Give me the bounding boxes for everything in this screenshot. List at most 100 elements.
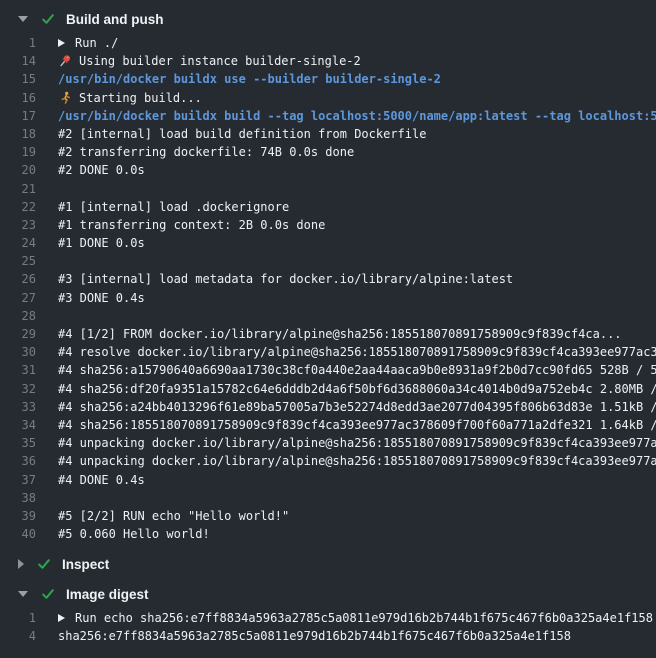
pushpin-icon bbox=[58, 54, 72, 68]
log-text: #1 DONE 0.0s bbox=[58, 234, 145, 252]
log-line: 36#4 unpacking docker.io/library/alpine@… bbox=[0, 452, 656, 470]
line-number[interactable]: 36 bbox=[0, 452, 36, 470]
log-text: #4 [1/2] FROM docker.io/library/alpine@s… bbox=[58, 325, 622, 343]
log-line: 33 #4 sha256:a24bb4013296f61e89ba57005a7b… bbox=[0, 398, 656, 416]
log-text: Starting build... bbox=[79, 89, 202, 107]
line-number[interactable]: 28 bbox=[0, 307, 36, 325]
log-text: #4 sha256:df20fa9351a15782c64e6dddb2d4a6… bbox=[58, 380, 656, 398]
log-line: 32 #4 sha256:df20fa9351a15782c64e6dddb2d4… bbox=[0, 380, 656, 398]
log-text: /usr/bin/docker buildx build --tag local… bbox=[58, 107, 656, 125]
line-number[interactable]: 22 bbox=[0, 198, 36, 216]
line-number[interactable]: 40 bbox=[0, 525, 36, 543]
section-header-inspect[interactable]: Inspect bbox=[0, 549, 656, 579]
log-line: 22 #1 [internal] load .dockerignore bbox=[0, 198, 656, 216]
line-number[interactable]: 1 bbox=[0, 609, 36, 627]
log-line: 38 bbox=[0, 489, 656, 507]
line-number[interactable]: 15 bbox=[0, 70, 36, 88]
actions-log-viewer: Build and push 1Run ./14Using builder in… bbox=[0, 0, 656, 658]
section-log-build-and-push: 1 Run ./ 14 Using builder instance builder-… bbox=[0, 34, 656, 549]
log-line: 17/usr/bin/docker buildx build --tag loc… bbox=[0, 107, 656, 125]
log-text: #2 [internal] load build definition from… bbox=[58, 125, 426, 143]
line-number[interactable]: 34 bbox=[0, 416, 36, 434]
log-line: 39#5 [2/2] RUN echo "Hello world!" bbox=[0, 507, 656, 525]
line-number[interactable]: 29 bbox=[0, 325, 36, 343]
line-number[interactable]: 18 bbox=[0, 125, 36, 143]
line-number[interactable]: 39 bbox=[0, 507, 36, 525]
log-text: #4 sha256:185518070891758909c9f839cf4ca3… bbox=[58, 416, 656, 434]
run-toggle-icon[interactable] bbox=[58, 614, 65, 622]
runner-icon bbox=[58, 91, 72, 105]
section-inspect: Inspect bbox=[0, 549, 656, 579]
log-text: #4 resolve docker.io/library/alpine@sha2… bbox=[58, 343, 656, 361]
log-text: #4 unpacking docker.io/library/alpine@sh… bbox=[58, 434, 656, 452]
log-line: 35 #4 unpacking docker.io/library/alpine@… bbox=[0, 434, 656, 452]
log-line: 27 #3 DONE 0.4s bbox=[0, 289, 656, 307]
line-number[interactable]: 19 bbox=[0, 143, 36, 161]
log-text: #1 transferring context: 2B 0.0s done bbox=[58, 216, 325, 234]
log-line: 19 #2 transferring dockerfile: 74B 0.0s d… bbox=[0, 143, 656, 161]
log-text: sha256:e7ff8834a5963a2785c5a0811e979d16b… bbox=[58, 627, 571, 645]
log-line: 15/usr/bin/docker buildx use --builder b… bbox=[0, 70, 656, 88]
section-title: Image digest bbox=[66, 587, 149, 602]
log-text: #4 sha256:a15790640a6690aa1730c38cf0a440… bbox=[58, 361, 656, 379]
log-line: 25 bbox=[0, 252, 656, 270]
section-header-image-digest[interactable]: Image digest bbox=[0, 579, 656, 609]
line-number[interactable]: 20 bbox=[0, 161, 36, 179]
success-check-icon bbox=[37, 557, 51, 571]
line-number[interactable]: 1 bbox=[0, 34, 36, 52]
log-line: 21 bbox=[0, 180, 656, 198]
line-number[interactable]: 16 bbox=[0, 89, 36, 107]
log-line: 14 Using builder instance builder-single-… bbox=[0, 52, 656, 70]
line-number[interactable]: 4 bbox=[0, 627, 36, 645]
log-text: #5 0.060 Hello world! bbox=[58, 525, 210, 543]
log-line: 40 #5 0.060 Hello world! bbox=[0, 525, 656, 543]
log-text: /usr/bin/docker buildx use --builder bui… bbox=[58, 70, 441, 88]
line-number[interactable]: 23 bbox=[0, 216, 36, 234]
log-line: 37 #4 DONE 0.4s bbox=[0, 471, 656, 489]
chevron-right-icon[interactable] bbox=[18, 559, 24, 569]
log-text: #4 DONE 0.4s bbox=[58, 471, 145, 489]
log-line: 4 sha256:e7ff8834a5963a2785c5a0811e979d16… bbox=[0, 627, 656, 645]
line-number[interactable]: 33 bbox=[0, 398, 36, 416]
chevron-down-icon[interactable] bbox=[18, 591, 28, 597]
success-check-icon bbox=[41, 587, 55, 601]
log-text: #3 [internal] load metadata for docker.i… bbox=[58, 270, 513, 288]
line-number[interactable]: 14 bbox=[0, 52, 36, 70]
line-number[interactable]: 26 bbox=[0, 270, 36, 288]
section-header-build-and-push[interactable]: Build and push bbox=[0, 4, 656, 34]
log-text: #2 transferring dockerfile: 74B 0.0s don… bbox=[58, 143, 354, 161]
log-text: #1 [internal] load .dockerignore bbox=[58, 198, 289, 216]
line-number[interactable]: 37 bbox=[0, 471, 36, 489]
chevron-down-icon[interactable] bbox=[18, 16, 28, 22]
log-line: 18 #2 [internal] load build definition fr… bbox=[0, 125, 656, 143]
line-number[interactable]: 35 bbox=[0, 434, 36, 452]
success-check-icon bbox=[41, 12, 55, 26]
log-line: 20#2 DONE 0.0s bbox=[0, 161, 656, 179]
section-title: Inspect bbox=[62, 557, 109, 572]
line-number[interactable]: 32 bbox=[0, 380, 36, 398]
line-number[interactable]: 24 bbox=[0, 234, 36, 252]
log-text: #3 DONE 0.4s bbox=[58, 289, 145, 307]
log-text: Run ./ bbox=[75, 34, 118, 52]
run-toggle-icon[interactable] bbox=[58, 39, 65, 47]
section-log-image-digest: 1 Run echo sha256:e7ff8834a5963a2785c5a08… bbox=[0, 609, 656, 651]
section-title: Build and push bbox=[66, 12, 164, 27]
line-number[interactable]: 30 bbox=[0, 343, 36, 361]
log-line: 1 Run ./ bbox=[0, 34, 656, 52]
log-line: 31 #4 sha256:a15790640a6690aa1730c38cf0a4… bbox=[0, 361, 656, 379]
line-number[interactable]: 31 bbox=[0, 361, 36, 379]
line-number[interactable]: 21 bbox=[0, 180, 36, 198]
log-text: Using builder instance builder-single-2 bbox=[79, 52, 361, 70]
log-line: 24 #1 DONE 0.0s bbox=[0, 234, 656, 252]
log-line: 30 #4 resolve docker.io/library/alpine@sh… bbox=[0, 343, 656, 361]
log-text: #4 sha256:a24bb4013296f61e89ba57005a7b3e… bbox=[58, 398, 656, 416]
line-number[interactable]: 25 bbox=[0, 252, 36, 270]
line-number[interactable]: 17 bbox=[0, 107, 36, 125]
log-line: 26 #3 [internal] load metadata for docker… bbox=[0, 270, 656, 288]
section-image-digest: Image digest 1 Run echo sha256:e7ff8834a5… bbox=[0, 579, 656, 651]
log-line: 28 bbox=[0, 307, 656, 325]
log-line: 1 Run echo sha256:e7ff8834a5963a2785c5a08… bbox=[0, 609, 656, 627]
line-number[interactable]: 38 bbox=[0, 489, 36, 507]
log-text: Run echo sha256:e7ff8834a5963a2785c5a081… bbox=[75, 609, 653, 627]
line-number[interactable]: 27 bbox=[0, 289, 36, 307]
